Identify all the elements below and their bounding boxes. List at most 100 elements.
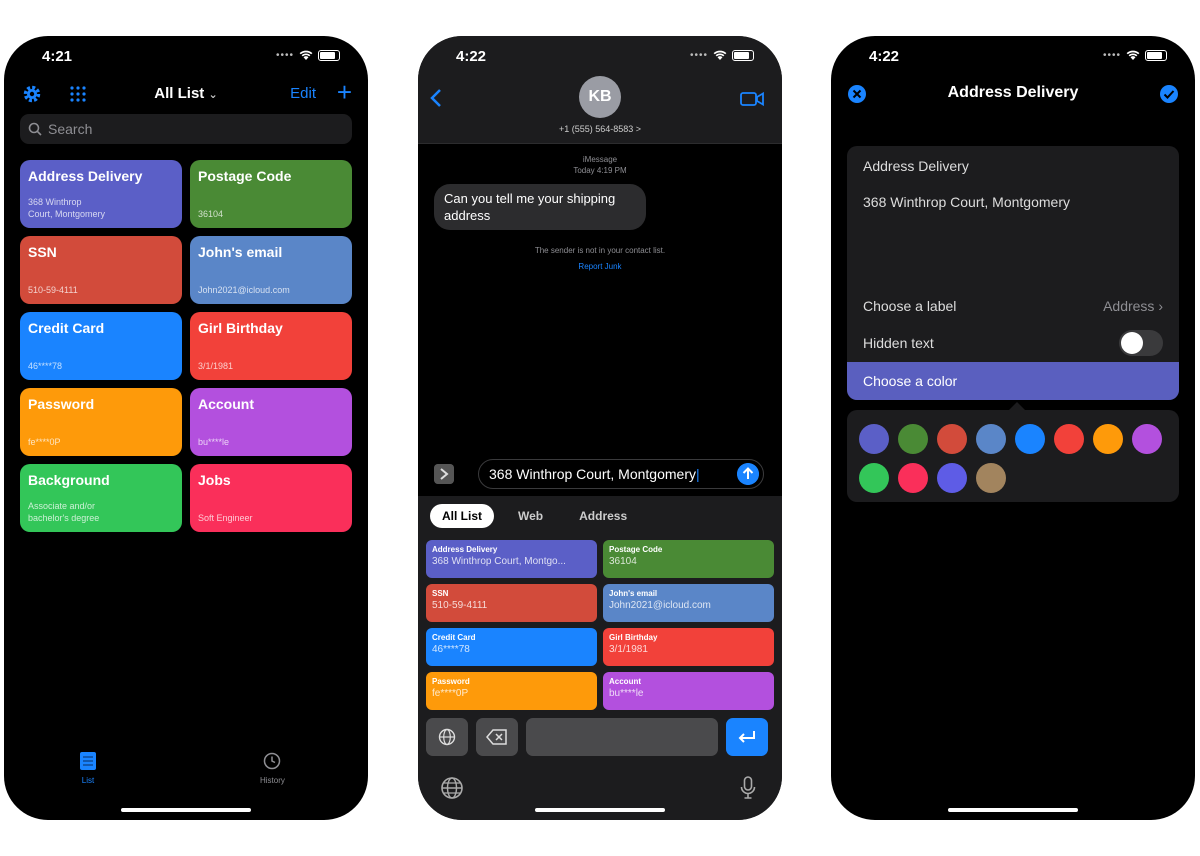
delete-backspace-icon xyxy=(486,729,507,745)
unknown-sender-notice: The sender is not in your contact list. xyxy=(534,246,666,255)
avatar[interactable]: KB xyxy=(579,76,621,118)
card-title: Address Delivery xyxy=(28,168,143,184)
card-subtitle: 510-59-4111 xyxy=(432,600,488,611)
tab-list[interactable]: List xyxy=(80,752,96,785)
hidden-text-toggle[interactable] xyxy=(1119,330,1163,356)
card-address-delivery[interactable]: Address Delivery 368 Winthrop Court, Mont… xyxy=(20,160,182,228)
color-swatch[interactable] xyxy=(1093,424,1123,454)
keyboard-bottom-row xyxy=(418,772,782,802)
space-key[interactable] xyxy=(526,718,718,756)
keyboard-card-address-delivery[interactable]: Address Delivery 368 Winthrop Court, Mont… xyxy=(426,540,597,578)
card-credit-card[interactable]: Credit Card 46****78 xyxy=(20,312,182,380)
color-swatch[interactable] xyxy=(1132,424,1162,454)
delete-key[interactable] xyxy=(476,718,518,756)
card-jobs[interactable]: Jobs Soft Engineer xyxy=(190,464,352,532)
keyboard-card-account[interactable]: Account bu****le xyxy=(603,672,774,710)
color-swatch[interactable] xyxy=(859,424,889,454)
back-chevron-icon[interactable] xyxy=(430,88,442,108)
app-drawer-icon[interactable] xyxy=(434,464,454,484)
add-button[interactable]: + xyxy=(337,79,352,105)
keyboard-card-password[interactable]: Password fe****0P xyxy=(426,672,597,710)
choose-color-row[interactable]: Choose a color xyxy=(847,362,1179,400)
card-title: John's email xyxy=(609,589,658,598)
message-input[interactable]: 368 Winthrop Court, Montgomery| xyxy=(478,459,764,489)
nav-bar: All List ⌄ Edit + xyxy=(4,79,368,106)
compose-bar: 368 Winthrop Court, Montgomery| xyxy=(418,452,782,496)
video-call-icon[interactable] xyxy=(740,91,764,107)
tab-history-label: History xyxy=(260,776,285,785)
card-postage-code[interactable]: Postage Code 36104 xyxy=(190,160,352,228)
card-title: John's email xyxy=(198,244,283,260)
microphone-icon[interactable] xyxy=(740,776,756,800)
chevron-down-icon: ⌄ xyxy=(208,89,218,101)
checkmark-icon[interactable] xyxy=(1159,84,1179,104)
keyboard-card-john-s-email[interactable]: John's email John2021@icloud.com xyxy=(603,584,774,622)
card-title: Postage Code xyxy=(609,545,663,554)
card-account[interactable]: Account bu****le xyxy=(190,388,352,456)
card-grid: Address Delivery 368 Winthrop Court, Mont… xyxy=(20,160,352,532)
tab-history[interactable]: History xyxy=(260,752,285,785)
card-john-s-email[interactable]: John's email John2021@icloud.com xyxy=(190,236,352,304)
segment-all-list[interactable]: All List xyxy=(430,504,495,528)
search-input[interactable]: Search xyxy=(20,114,352,144)
color-swatch[interactable] xyxy=(976,463,1006,493)
home-indicator xyxy=(121,808,251,812)
segment-web[interactable]: Web xyxy=(506,504,555,528)
signal-icon: •••• xyxy=(689,50,708,61)
choose-label-row[interactable]: Choose a label Address › xyxy=(863,298,1163,314)
color-swatch[interactable] xyxy=(937,424,967,454)
keyboard-card-credit-card[interactable]: Credit Card 46****78 xyxy=(426,628,597,666)
card-title: Credit Card xyxy=(28,320,105,336)
hidden-text-label: Hidden text xyxy=(863,335,934,351)
label-field[interactable]: Address Delivery xyxy=(863,158,969,174)
card-title: Postage Code xyxy=(198,168,292,184)
card-subtitle: 36104 xyxy=(609,556,637,567)
contact-phone[interactable]: +1 (555) 564-8583 > xyxy=(418,124,782,134)
message-timestamp: Today 4:19 PM xyxy=(573,166,627,175)
card-password[interactable]: Password fe****0P xyxy=(20,388,182,456)
wifi-icon xyxy=(1126,50,1140,60)
signal-icon: •••• xyxy=(1102,50,1121,61)
keyboard-card-grid: Address Delivery 368 Winthrop Court, Mont… xyxy=(426,540,774,710)
card-title: Credit Card xyxy=(432,633,476,642)
color-swatch[interactable] xyxy=(898,463,928,493)
card-girl-birthday[interactable]: Girl Birthday 3/1/1981 xyxy=(190,312,352,380)
return-key[interactable] xyxy=(726,718,768,756)
color-swatch[interactable] xyxy=(937,463,967,493)
wifi-icon xyxy=(713,50,727,60)
choose-label-text: Choose a label xyxy=(863,298,957,314)
color-swatch[interactable] xyxy=(976,424,1006,454)
keyboard-card-ssn[interactable]: SSN 510-59-4111 xyxy=(426,584,597,622)
status-time: 4:21 xyxy=(42,48,73,65)
chevron-right-icon: › xyxy=(1158,298,1163,314)
globe-icon[interactable] xyxy=(440,776,464,800)
report-junk-link[interactable]: Report Junk xyxy=(418,262,782,271)
incoming-message-bubble[interactable]: Can you tell me your shipping address xyxy=(434,184,646,230)
color-swatch[interactable] xyxy=(859,463,889,493)
phone-screen-messages: KB +1 (555) 564-8583 > 4:22 •••• iMessag… xyxy=(418,36,782,820)
card-subtitle: bu****le xyxy=(198,437,230,447)
card-title: Background xyxy=(28,472,110,488)
card-ssn[interactable]: SSN 510-59-4111 xyxy=(20,236,182,304)
content-field[interactable]: 368 Winthrop Court, Montgomery xyxy=(863,194,1070,210)
color-swatch[interactable] xyxy=(1054,424,1084,454)
keyboard-card-girl-birthday[interactable]: Girl Birthday 3/1/1981 xyxy=(603,628,774,666)
card-title: Address Delivery xyxy=(432,545,498,554)
status-bar: 4:22 •••• xyxy=(831,46,1195,68)
keyboard-card-postage-code[interactable]: Postage Code 36104 xyxy=(603,540,774,578)
segment-control: All List Web Address xyxy=(430,504,639,528)
imessage-label: iMessage xyxy=(582,155,618,164)
globe-key[interactable] xyxy=(426,718,468,756)
edit-button[interactable]: Edit xyxy=(290,85,316,102)
card-background[interactable]: Background Associate and/or bachelor's de… xyxy=(20,464,182,532)
card-subtitle: Associate and/or bachelor's degree xyxy=(28,501,100,523)
color-swatch[interactable] xyxy=(1015,424,1045,454)
segment-address[interactable]: Address xyxy=(567,504,639,528)
card-subtitle: 3/1/1981 xyxy=(609,644,648,655)
color-swatch[interactable] xyxy=(898,424,928,454)
card-subtitle: fe****0P xyxy=(28,437,61,447)
card-subtitle: Soft Engineer xyxy=(198,513,253,523)
card-subtitle: 46****78 xyxy=(28,361,63,371)
card-subtitle: 368 Winthrop Court, Montgomery xyxy=(28,197,106,219)
send-arrow-icon[interactable] xyxy=(737,463,759,485)
